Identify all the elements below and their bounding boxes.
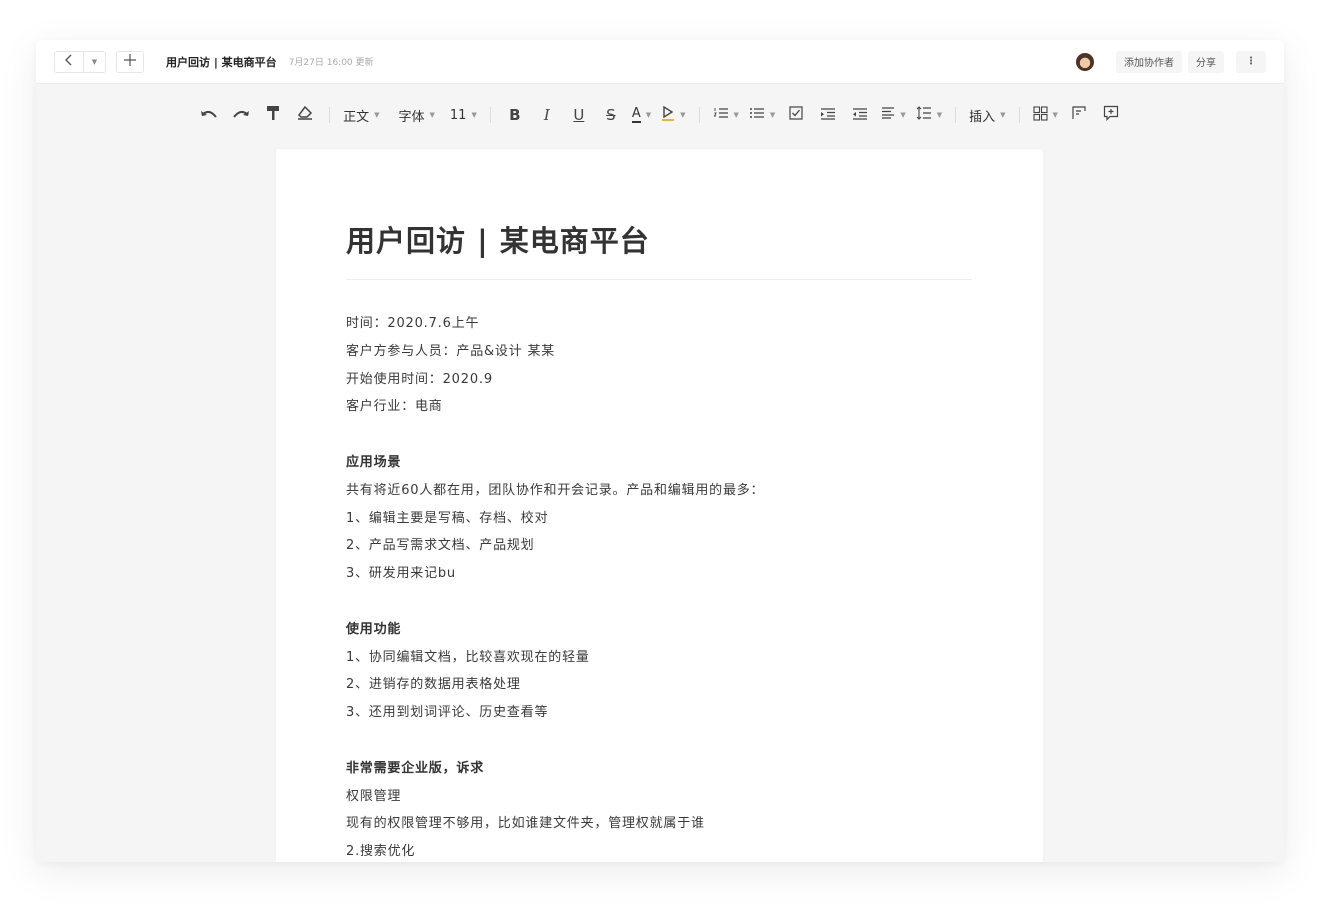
format-painter-button[interactable] — [262, 103, 284, 127]
paragraph-line[interactable]: 权限管理 — [346, 783, 972, 811]
ordered-list-button[interactable]: ▼ — [713, 103, 739, 127]
eraser-icon — [297, 105, 313, 124]
top-right-actions: 添加协作者 分享 ⋮ — [1076, 50, 1266, 73]
outdent-button[interactable] — [849, 103, 871, 127]
title-divider — [346, 279, 972, 280]
insert-menu-button[interactable]: 插入 ▼ — [969, 103, 1005, 127]
plus-icon — [123, 51, 137, 72]
avatar[interactable] — [1076, 52, 1094, 71]
back-button[interactable] — [54, 50, 84, 73]
toolbar-divider — [489, 107, 491, 123]
align-button[interactable]: ▼ — [881, 103, 906, 127]
caret-down-icon: ▼ — [429, 111, 435, 119]
blank-line[interactable] — [346, 421, 972, 449]
update-time: 7月27日 16:00 更新 — [288, 58, 374, 68]
clear-format-button[interactable] — [294, 103, 316, 127]
caret-down-icon: ▼ — [680, 111, 686, 119]
paragraph-line[interactable]: 时间：2020.7.6上午 — [346, 310, 972, 338]
doc-title[interactable]: 用户回访 | 某电商平台 — [166, 54, 277, 70]
section-heading[interactable]: 应用场景 — [346, 449, 972, 477]
document-content[interactable]: 用户回访 | 某电商平台 时间：2020.7.6上午 客户方参与人员：产品&设计 … — [346, 221, 972, 862]
paragraph-line[interactable]: 2、进销存的数据用表格处理 — [346, 671, 972, 699]
paragraph-line[interactable]: 3、还用到划词评论、历史查看等 — [346, 699, 972, 727]
undo-button[interactable] — [198, 103, 220, 127]
checkbox-icon — [789, 106, 803, 124]
toolbar-divider — [1018, 107, 1020, 123]
paragraph-line[interactable]: 客户行业：电商 — [346, 393, 972, 421]
section-heading[interactable]: 非常需要企业版，诉求 — [346, 755, 972, 783]
app-window: ▼ 用户回访 | 某电商平台 7月27日 16:00 更新 添加协作者 分享 ⋮ — [36, 40, 1284, 862]
table-button[interactable]: ▼ — [1032, 103, 1058, 127]
line-height-icon — [916, 106, 932, 124]
paint-roller-icon — [266, 105, 280, 125]
outline-icon — [1072, 106, 1086, 124]
share-button[interactable]: 分享 — [1188, 50, 1224, 73]
paragraph-line[interactable]: 客户方参与人员：产品&设计 某某 — [346, 338, 972, 366]
document-page[interactable]: 用户回访 | 某电商平台 时间：2020.7.6上午 客户方参与人员：产品&设计 … — [276, 149, 1043, 862]
outdent-icon — [852, 106, 868, 124]
doc-outline-button[interactable] — [1068, 103, 1090, 127]
blank-line[interactable] — [346, 727, 972, 755]
paragraph-line[interactable]: 1、编辑主要是写稿、存档、校对 — [346, 505, 972, 533]
document-body[interactable]: 时间：2020.7.6上午 客户方参与人员：产品&设计 某某 开始使用时间：2020… — [346, 310, 972, 862]
toolbar-divider — [698, 107, 700, 123]
blank-line[interactable] — [346, 588, 972, 616]
caret-down-icon: ▼ — [1052, 111, 1058, 119]
paragraph-line[interactable]: 共有将近60人都在用，团队协作和开会记录。产品和编辑用的最多： — [346, 477, 972, 505]
strikethrough-button[interactable]: S — [600, 103, 622, 127]
caret-down-icon: ▼ — [471, 111, 477, 119]
text-color-icon: A — [631, 106, 641, 123]
page-title[interactable]: 用户回访 | 某电商平台 — [346, 221, 972, 261]
indent-button[interactable] — [817, 103, 839, 127]
align-left-icon — [881, 107, 895, 123]
highlighter-icon — [661, 105, 675, 125]
comment-button[interactable] — [1100, 103, 1122, 127]
ordered-list-icon — [713, 107, 729, 123]
font-size-select[interactable]: 11 ▼ — [450, 103, 477, 127]
redo-button[interactable] — [230, 103, 252, 127]
highlight-button[interactable]: ▼ — [661, 103, 686, 127]
caret-down-icon: ▼ — [374, 111, 380, 119]
toolbar-divider — [329, 107, 331, 123]
paragraph-line[interactable]: 开始使用时间：2020.9 — [346, 366, 972, 394]
add-collaborator-button[interactable]: 添加协作者 — [1116, 50, 1182, 73]
caret-down-icon: ▼ — [733, 111, 739, 119]
font-family-select[interactable]: 字体 ▼ — [399, 103, 435, 127]
redo-icon — [232, 106, 250, 124]
format-toolbar: 正文 ▼ 字体 ▼ 11 ▼ B I U S A ▼ ▼ ▼ ▼ ▼ ▼ 插入 … — [36, 84, 1284, 146]
more-menu-button[interactable]: ⋮ — [1236, 50, 1266, 73]
paragraph-line[interactable]: 2.搜索优化 — [346, 838, 972, 862]
checklist-button[interactable] — [785, 103, 807, 127]
bullet-list-button[interactable]: ▼ — [749, 103, 775, 127]
nav-group: ▼ — [54, 50, 144, 73]
italic-button[interactable]: I — [536, 103, 558, 127]
bullet-list-icon — [749, 107, 765, 123]
comment-add-icon — [1103, 105, 1119, 125]
caret-down-icon: ▼ — [900, 111, 906, 119]
paragraph-line[interactable]: 现有的权限管理不够用，比如谁建文件夹，管理权就属于谁 — [346, 810, 972, 838]
more-vertical-icon: ⋮ — [1246, 56, 1256, 67]
top-bar: ▼ 用户回访 | 某电商平台 7月27日 16:00 更新 添加协作者 分享 ⋮ — [36, 40, 1284, 84]
undo-icon — [200, 106, 218, 124]
text-color-button[interactable]: A ▼ — [631, 103, 652, 127]
caret-down-icon: ▼ — [936, 111, 943, 119]
paragraph-line[interactable]: 3、研发用来记bu — [346, 560, 972, 588]
caret-down-icon: ▼ — [769, 111, 776, 119]
caret-down-icon: ▼ — [1000, 111, 1006, 119]
bold-button[interactable]: B — [504, 103, 526, 127]
section-heading[interactable]: 使用功能 — [346, 616, 972, 644]
line-height-button[interactable]: ▼ — [916, 103, 942, 127]
history-dropdown-button[interactable]: ▼ — [84, 50, 106, 73]
paragraph-line[interactable]: 1、协同编辑文档，比较喜欢现在的轻量 — [346, 644, 972, 672]
caret-down-icon: ▼ — [645, 111, 652, 119]
toolbar-divider — [955, 107, 957, 123]
indent-icon — [820, 106, 836, 124]
underline-button[interactable]: U — [568, 103, 590, 127]
caret-down-icon: ▼ — [91, 57, 98, 66]
chevron-left-icon — [64, 54, 74, 70]
paragraph-style-select[interactable]: 正文 ▼ — [343, 103, 379, 127]
grid-icon — [1032, 105, 1048, 125]
new-doc-button[interactable] — [116, 50, 144, 73]
paragraph-line[interactable]: 2、产品写需求文档、产品规划 — [346, 532, 972, 560]
